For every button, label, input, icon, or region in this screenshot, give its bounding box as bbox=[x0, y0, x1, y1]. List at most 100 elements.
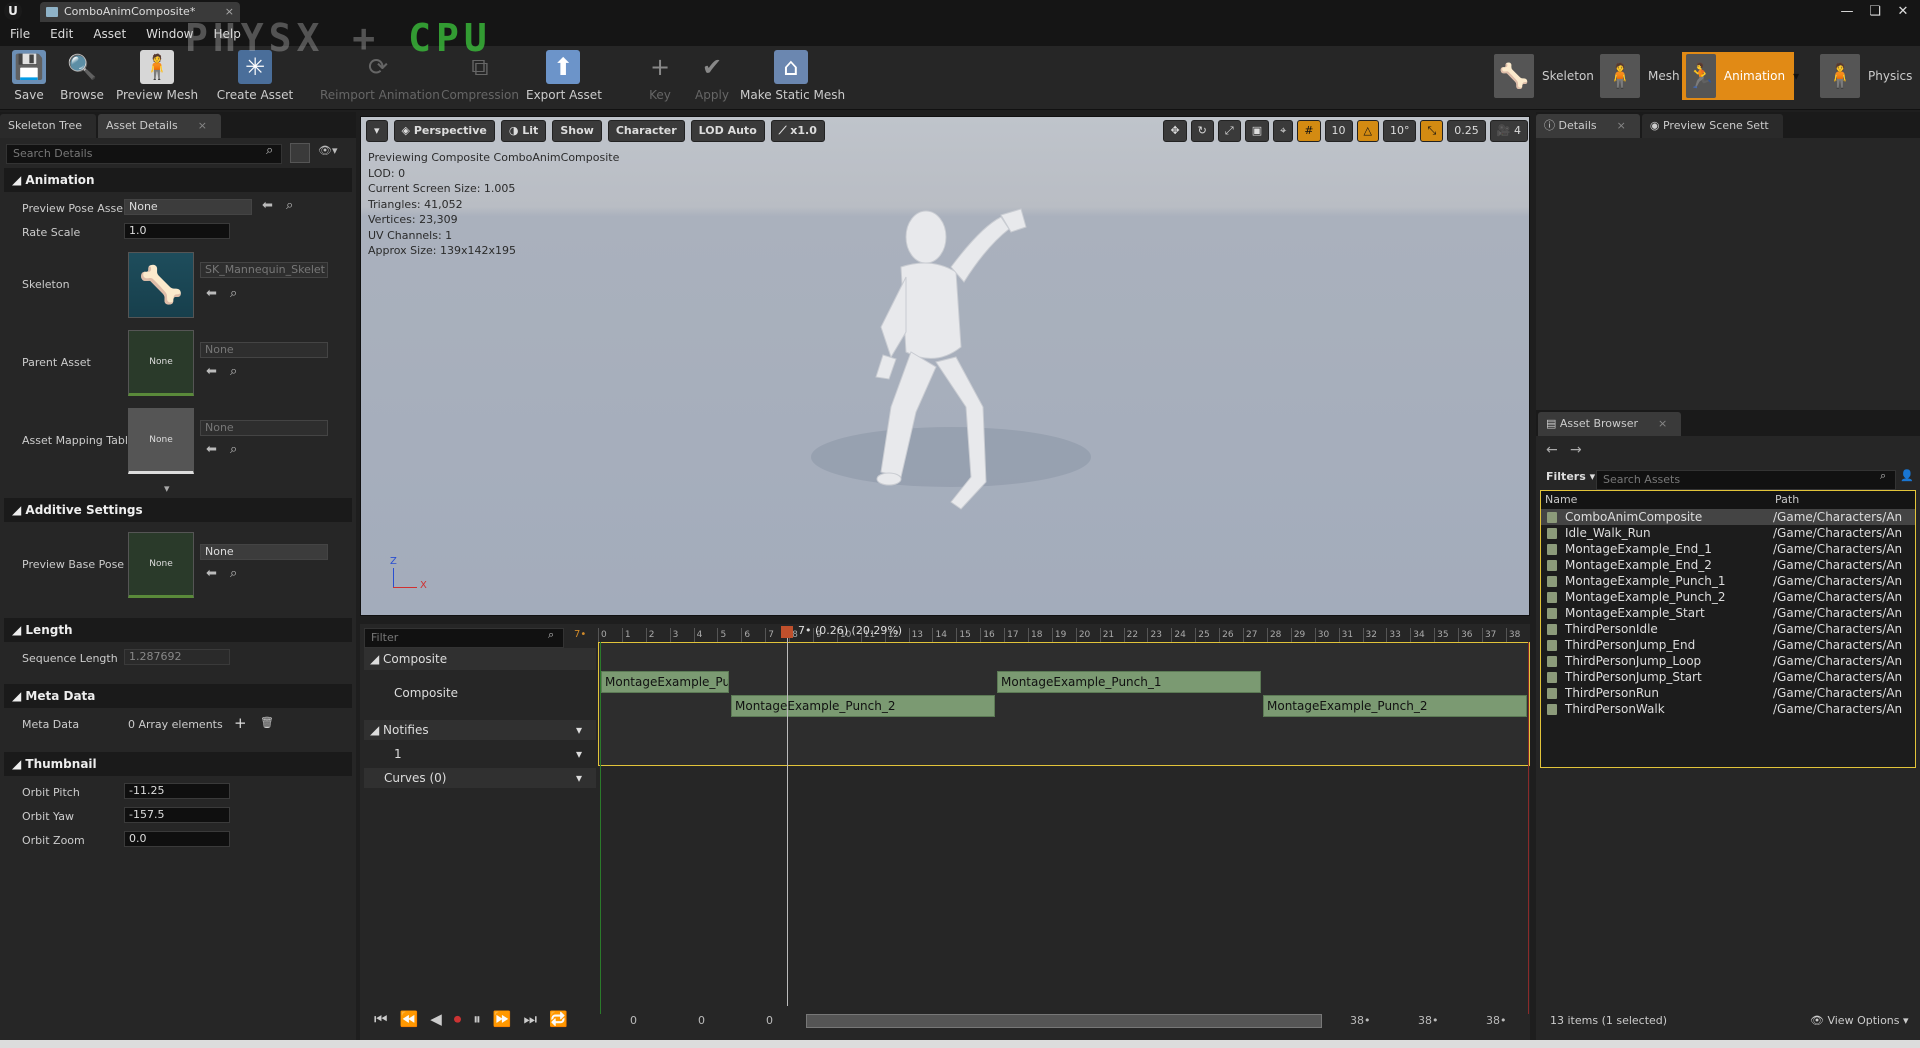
asset-row[interactable]: Idle_Walk_Run/Game/Characters/An bbox=[1541, 525, 1915, 541]
asset-mapping-thumbnail[interactable]: None bbox=[128, 408, 194, 474]
skeleton-dropdown[interactable]: SK_Mannequin_Skelet bbox=[200, 262, 328, 278]
asset-mapping-dropdown[interactable]: None bbox=[200, 420, 328, 436]
user-lock-icon[interactable]: 👤 bbox=[1900, 469, 1914, 482]
apply-button[interactable]: ✔ Apply bbox=[690, 50, 734, 108]
asset-row[interactable]: ThirdPersonWalk/Game/Characters/An bbox=[1541, 701, 1915, 717]
viewport-options-button[interactable]: ▾ bbox=[366, 120, 388, 142]
close-icon[interactable]: × bbox=[1617, 119, 1626, 132]
surface-snap-icon[interactable]: ⌖ bbox=[1273, 120, 1294, 142]
details-search-input[interactable]: Search Details bbox=[6, 144, 282, 164]
trash-icon[interactable]: 🗑 bbox=[260, 716, 274, 729]
close-window-button[interactable]: ✕ bbox=[1892, 4, 1914, 19]
notifies-section-header[interactable]: ◢ Notifies ▾ bbox=[364, 720, 596, 740]
arrow-left-icon[interactable]: ⬅ bbox=[206, 442, 217, 457]
key-button[interactable]: + Key bbox=[640, 50, 680, 108]
section-additive-settings[interactable]: ◢ Additive Settings bbox=[4, 498, 352, 522]
back-arrow-icon[interactable]: ← bbox=[1546, 442, 1558, 458]
arrow-left-icon[interactable]: ⬅ bbox=[206, 286, 217, 301]
rate-scale-field[interactable]: 1.0 bbox=[124, 223, 230, 239]
chevron-down-icon[interactable]: ▾ bbox=[576, 720, 582, 740]
step-forward-icon[interactable]: ⏩ bbox=[493, 1010, 512, 1028]
notify-track-row[interactable]: 1 ▾ bbox=[364, 744, 596, 764]
asset-row[interactable]: ThirdPersonRun/Game/Characters/An bbox=[1541, 685, 1915, 701]
asset-row[interactable]: ComboAnimComposite/Game/Characters/An bbox=[1541, 509, 1915, 525]
scale-icon[interactable]: ⤢ bbox=[1217, 120, 1241, 142]
grid-snap-value[interactable]: 10 bbox=[1324, 120, 1353, 142]
mode-physics[interactable]: 🧍 Physics bbox=[1816, 52, 1916, 100]
add-element-icon[interactable]: + bbox=[234, 714, 247, 732]
make-static-mesh-button[interactable]: ⌂ Make Static Mesh bbox=[740, 50, 845, 108]
asset-row[interactable]: MontageExample_Punch_1/Game/Characters/A… bbox=[1541, 573, 1915, 589]
timeline-scrollbar[interactable] bbox=[806, 1014, 1322, 1028]
segment-punch-1-b[interactable]: MontageExample_Punch_1 bbox=[997, 671, 1261, 693]
search-icon[interactable]: ⌕ bbox=[230, 364, 237, 379]
pause-icon[interactable]: ⏸ bbox=[473, 1010, 481, 1028]
column-header-name[interactable]: Name bbox=[1541, 491, 1771, 509]
tab-asset-details[interactable]: Asset Details × bbox=[97, 114, 221, 138]
save-button[interactable]: 💾 Save bbox=[8, 50, 50, 108]
chevron-down-icon[interactable]: ▾ bbox=[576, 768, 582, 788]
grid-snap-icon[interactable]: # bbox=[1297, 120, 1321, 142]
timeline-filter-input[interactable]: Filter bbox=[364, 628, 564, 648]
section-length[interactable]: ◢ Length bbox=[4, 618, 352, 642]
section-meta-data[interactable]: ◢ Meta Data bbox=[4, 684, 352, 708]
asset-row[interactable]: MontageExample_Punch_2/Game/Characters/A… bbox=[1541, 589, 1915, 605]
chevron-down-icon[interactable]: ▾ bbox=[576, 744, 582, 764]
translate-icon[interactable]: ✥ bbox=[1163, 120, 1187, 142]
parent-asset-dropdown[interactable]: None bbox=[200, 342, 328, 358]
arrow-left-icon[interactable]: ⬅ bbox=[262, 198, 273, 213]
orbit-pitch-field[interactable]: -11.25 bbox=[124, 783, 230, 799]
view-options-button[interactable]: 👁 View Options ▾ bbox=[1810, 1014, 1909, 1027]
minimize-button[interactable]: — bbox=[1836, 4, 1858, 19]
working-start-value[interactable]: 0 bbox=[766, 1014, 773, 1027]
filters-dropdown[interactable]: Filters ▾ bbox=[1546, 470, 1595, 483]
section-animation[interactable]: ◢ Animation bbox=[4, 168, 352, 192]
asset-row[interactable]: ThirdPersonJump_End/Game/Characters/An bbox=[1541, 637, 1915, 653]
camera-speed-value[interactable]: 🎥 4 bbox=[1489, 120, 1528, 142]
close-icon[interactable]: × bbox=[198, 119, 207, 132]
rotate-icon[interactable]: ↻ bbox=[1190, 120, 1214, 142]
perspective-button[interactable]: ◈ Perspective bbox=[393, 120, 495, 142]
grid-view-icon[interactable] bbox=[290, 143, 310, 163]
orbit-zoom-field[interactable]: 0.0 bbox=[124, 831, 230, 847]
orbit-yaw-field[interactable]: -157.5 bbox=[124, 807, 230, 823]
curves-section-header[interactable]: Curves (0) ▾ bbox=[364, 768, 596, 788]
character-button[interactable]: Character bbox=[607, 120, 685, 142]
loop-icon[interactable]: 🔁 bbox=[549, 1010, 568, 1028]
preview-base-pose-dropdown[interactable]: None bbox=[200, 544, 328, 560]
step-back-icon[interactable]: ⏪ bbox=[400, 1010, 419, 1028]
asset-row[interactable]: MontageExample_End_2/Game/Characters/An bbox=[1541, 557, 1915, 573]
menu-edit[interactable]: Edit bbox=[40, 22, 83, 46]
rotation-snap-icon[interactable]: △ bbox=[1356, 120, 1379, 142]
composite-section-header[interactable]: ◢ Composite bbox=[364, 648, 596, 670]
parent-asset-thumbnail[interactable]: None bbox=[128, 330, 194, 396]
skip-to-start-icon[interactable]: ⏮ bbox=[374, 1010, 388, 1028]
world-local-icon[interactable]: ▣ bbox=[1244, 120, 1270, 142]
skip-to-end-icon[interactable]: ⏭ bbox=[523, 1010, 537, 1028]
scale-snap-value[interactable]: 0.25 bbox=[1447, 120, 1486, 142]
asset-row[interactable]: MontageExample_End_1/Game/Characters/An bbox=[1541, 541, 1915, 557]
forward-arrow-icon[interactable]: → bbox=[1570, 442, 1582, 458]
maximize-button[interactable]: ❏ bbox=[1864, 4, 1886, 19]
view-start-value[interactable]: 0 bbox=[698, 1014, 705, 1027]
lod-button[interactable]: LOD Auto bbox=[690, 120, 765, 142]
close-icon[interactable]: × bbox=[1658, 417, 1667, 430]
rotation-snap-value[interactable]: 10° bbox=[1382, 120, 1417, 142]
arrow-left-icon[interactable]: ⬅ bbox=[206, 364, 217, 379]
menu-file[interactable]: File bbox=[0, 22, 40, 46]
asset-row[interactable]: ThirdPersonJump_Loop/Game/Characters/An bbox=[1541, 653, 1915, 669]
mode-animation[interactable]: 🏃 Animation ▾ bbox=[1682, 52, 1799, 100]
segment-punch-2-a[interactable]: MontageExample_Punch_2 bbox=[731, 695, 995, 717]
mode-skeleton[interactable]: 🦴 Skeleton bbox=[1490, 52, 1598, 100]
segment-punch-1-a[interactable]: MontageExample_Punch_1 bbox=[601, 671, 729, 693]
segment-punch-2-b[interactable]: MontageExample_Punch_2 bbox=[1263, 695, 1527, 717]
show-button[interactable]: Show bbox=[552, 120, 602, 142]
composite-track-area[interactable]: MontageExample_Punch_1 MontageExample_Pu… bbox=[598, 642, 1530, 766]
search-icon[interactable]: ⌕ bbox=[286, 198, 293, 213]
menu-asset[interactable]: Asset bbox=[83, 22, 136, 46]
working-end-value[interactable]: 38• bbox=[1350, 1014, 1371, 1027]
expand-advanced-icon[interactable]: ▾ bbox=[164, 482, 170, 495]
base-pose-thumbnail[interactable]: None bbox=[128, 532, 194, 598]
column-header-path[interactable]: Path bbox=[1771, 491, 1799, 509]
tab-details[interactable]: ⓘ Details × bbox=[1536, 114, 1640, 138]
